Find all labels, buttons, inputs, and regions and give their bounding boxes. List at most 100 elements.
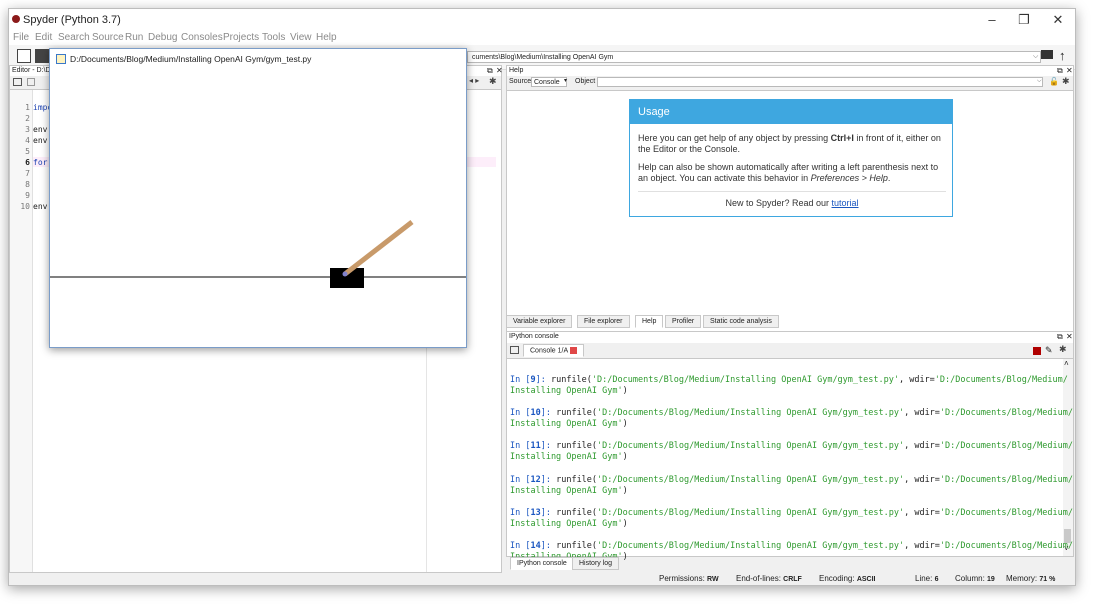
command-text: ) <box>622 452 628 462</box>
text: Here you can get help of any object by p… <box>638 133 831 143</box>
status-column: Column: 19 <box>955 574 995 583</box>
menu-projects[interactable]: Projects <box>223 32 259 43</box>
gear-icon[interactable]: ✱ <box>1059 344 1067 355</box>
command-text: runfile( <box>556 441 598 451</box>
close-icon[interactable] <box>569 347 577 354</box>
wdir-string: 'D:/Documents/Blog/Medium/ <box>939 408 1073 418</box>
eraser-icon[interactable]: ✎ <box>1045 345 1053 356</box>
close-pane-icon[interactable]: ✕ <box>496 66 503 75</box>
close-tab-icon[interactable] <box>27 78 35 86</box>
object-input[interactable] <box>597 77 1043 87</box>
value: ASCII <box>856 576 876 583</box>
tab-nav-arrows-icon[interactable]: ◂ ▸ <box>469 76 479 85</box>
working-directory-combo[interactable]: cuments\Blog\Medium\Installing OpenAI Gy… <box>467 51 1041 63</box>
prompt-in: In [ <box>510 475 531 485</box>
line-number: 1 <box>25 103 30 112</box>
help-toolbar: Source Console ▾ Object ⌵ 🔓 ✱ <box>507 76 1073 91</box>
code-line[interactable]: for <box>33 158 47 167</box>
command-text: runfile( <box>556 408 598 418</box>
command-text: , wdir= <box>904 408 940 418</box>
menu-consoles[interactable]: Consoles <box>181 32 223 43</box>
label: Line: <box>915 574 933 583</box>
menu-run[interactable]: Run <box>125 32 143 43</box>
gym-window-title: D:/Documents/Blog/Medium/Installing Open… <box>70 54 312 64</box>
chevron-down-icon: ▾ <box>564 78 568 84</box>
line-number: 8 <box>25 180 30 189</box>
gear-icon[interactable]: ✱ <box>1062 76 1070 87</box>
line-number: 7 <box>25 169 30 178</box>
prompt-close: ]: <box>540 508 557 518</box>
tab-file-explorer[interactable]: File explorer <box>577 315 630 328</box>
tab-console-1a[interactable]: Console 1/A <box>523 344 584 358</box>
command-text: ) <box>622 486 628 496</box>
gym-render-window[interactable]: D:/Documents/Blog/Medium/Installing Open… <box>49 48 467 348</box>
console-entry: In [12]: runfile('D:/Documents/Blog/Medi… <box>510 475 1073 497</box>
code-line[interactable]: env <box>33 125 47 134</box>
parent-directory-icon[interactable]: ↑ <box>1059 48 1066 63</box>
tutorial-link[interactable]: tutorial <box>832 198 859 208</box>
menu-view[interactable]: View <box>290 32 312 43</box>
file-string: 'D:/Documents/Blog/Medium/Installing Ope… <box>597 508 905 518</box>
tab-static-code-analysis[interactable]: Static code analysis <box>703 315 779 328</box>
gear-icon[interactable]: ✱ <box>489 76 497 87</box>
tab-variable-explorer[interactable]: Variable explorer <box>506 315 573 328</box>
status-eol: End-of-lines: CRLF <box>736 574 802 583</box>
browse-tabs-icon[interactable] <box>510 346 519 354</box>
wdir-string: Installing OpenAI Gym' <box>510 519 623 529</box>
menu-edit[interactable]: Edit <box>35 32 52 43</box>
object-label: Object <box>575 78 596 85</box>
stop-icon[interactable] <box>1033 347 1041 355</box>
cartpole-canvas <box>50 220 466 288</box>
menu-debug[interactable]: Debug <box>148 32 177 43</box>
tab-help[interactable]: Help <box>635 315 664 328</box>
close-pane-icon[interactable]: ✕ <box>1066 332 1073 341</box>
command-text: runfile( <box>556 508 598 518</box>
tab-profiler[interactable]: Profiler <box>665 315 702 328</box>
console-title: IPython console <box>509 333 559 340</box>
text: . <box>887 173 891 183</box>
prompt-in: In [ <box>510 408 531 418</box>
prompt-in: In [ <box>510 441 531 451</box>
new-file-icon[interactable] <box>17 49 31 63</box>
command-text: ) <box>622 419 628 429</box>
maximize-button[interactable]: ❐ <box>1009 13 1039 29</box>
text: New to Spyder? Read our <box>725 198 832 208</box>
lock-icon[interactable]: 🔓 <box>1049 77 1059 86</box>
menu-tools[interactable]: Tools <box>262 32 285 43</box>
file-string: 'D:/Documents/Blog/Medium/Installing Ope… <box>597 441 905 451</box>
undock-icon[interactable]: ⧉ <box>1057 332 1063 342</box>
console-bottom-tabbar: IPython console History log <box>506 557 1074 571</box>
text: Help can also be shown automatically aft… <box>638 162 939 183</box>
chevron-up-icon[interactable]: ˄ <box>1064 359 1069 368</box>
undock-icon[interactable]: ⧉ <box>1057 66 1063 76</box>
console-entry: In [10]: runfile('D:/Documents/Blog/Medi… <box>510 408 1073 430</box>
menu-help[interactable]: Help <box>316 32 337 43</box>
status-line: Line: 6 <box>915 574 939 583</box>
menu-file[interactable]: File <box>13 32 29 43</box>
tab-ipython-console[interactable]: IPython console <box>510 557 574 570</box>
wdir-string: 'D:/Documents/Blog/Medium/ <box>939 541 1073 551</box>
source-select[interactable]: Console <box>531 77 567 87</box>
browse-folder-icon[interactable] <box>1041 50 1053 59</box>
browse-tabs-icon[interactable] <box>13 78 22 86</box>
close-button[interactable]: ✕ <box>1043 13 1073 29</box>
close-pane-icon[interactable]: ✕ <box>1066 66 1073 75</box>
usage-title: Usage <box>630 100 952 124</box>
minimize-button[interactable]: – <box>977 13 1007 29</box>
prompt-number: 10 <box>530 408 541 418</box>
tab-history-log[interactable]: History log <box>572 557 620 570</box>
chevron-down-icon[interactable]: ⌵ <box>1033 53 1038 61</box>
menu-source[interactable]: Source <box>92 32 124 43</box>
chevron-down-icon[interactable]: ⌵ <box>1037 78 1042 85</box>
file-string: 'D:/Documents/Blog/Medium/Installing Ope… <box>597 541 905 551</box>
undock-icon[interactable]: ⧉ <box>487 66 493 76</box>
console-entry: In [9]: runfile('D:/Documents/Blog/Mediu… <box>510 375 1068 397</box>
status-bar: Permissions: RW End-of-lines: CRLF Encod… <box>9 573 1075 585</box>
open-file-icon[interactable] <box>35 49 49 63</box>
menu-search[interactable]: Search <box>58 32 90 43</box>
status-encoding: Encoding: ASCII <box>819 574 876 583</box>
wdir-string: 'D:/Documents/Blog/Medium/ <box>939 475 1073 485</box>
help-paragraph-1: Here you can get help of any object by p… <box>638 133 946 155</box>
command-text: , wdir= <box>904 441 940 451</box>
line-number: 4 <box>25 136 30 145</box>
